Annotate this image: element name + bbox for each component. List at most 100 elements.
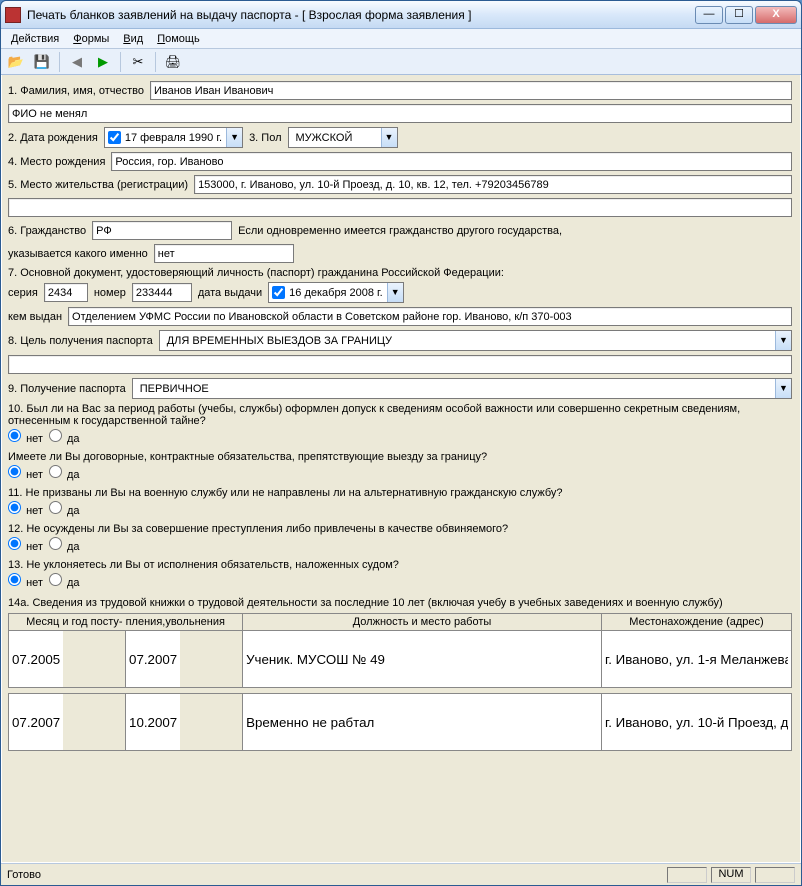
- window-title: Печать бланков заявлений на выдачу паспо…: [27, 8, 695, 22]
- next-icon[interactable]: ▶: [92, 51, 114, 73]
- fio-change-input[interactable]: [8, 104, 792, 123]
- residence-line2-input[interactable]: [8, 198, 792, 217]
- birth-date-value: 17 февраля 1990 г.: [121, 132, 226, 144]
- chevron-down-icon[interactable]: ▼: [775, 379, 791, 398]
- radio-q12: нет да: [8, 537, 792, 553]
- radio-q10-yes[interactable]: [49, 429, 62, 442]
- prev-icon[interactable]: ◀: [66, 51, 88, 73]
- table-row: [9, 694, 792, 751]
- label-series: серия: [8, 287, 38, 299]
- radio-q10-no[interactable]: [8, 429, 21, 442]
- menu-bar: Действия Формы Вид Помощь: [1, 29, 801, 49]
- label-sex: 3. Пол: [249, 132, 281, 144]
- issue-date-select[interactable]: 16 декабря 2008 г. ▼: [268, 282, 404, 303]
- window-controls: — ☐ X: [695, 6, 797, 24]
- number-input[interactable]: [132, 283, 192, 302]
- radio-q10b-no[interactable]: [8, 465, 21, 478]
- menu-view[interactable]: Вид: [117, 31, 149, 47]
- chevron-down-icon[interactable]: ▼: [381, 128, 397, 147]
- app-icon: [5, 7, 21, 23]
- minimize-button[interactable]: —: [695, 6, 723, 24]
- th-job: Должность и место работы: [243, 614, 602, 631]
- addr-input[interactable]: [602, 694, 791, 750]
- separator: [155, 52, 156, 72]
- from-date-input[interactable]: [9, 694, 63, 750]
- sex-select[interactable]: МУЖСКОЙ ▼: [288, 127, 398, 148]
- issue-date-value: 16 декабря 2008 г.: [285, 287, 387, 299]
- label-citizenship-extra: Если одновременно имеется гражданство др…: [238, 225, 562, 237]
- label-birth-date: 2. Дата рождения: [8, 132, 98, 144]
- question-10b: Имеете ли Вы договорные, контрактные обя…: [8, 451, 792, 463]
- status-panel: [667, 867, 707, 883]
- sex-value: МУЖСКОЙ: [292, 132, 381, 144]
- radio-q13: нет да: [8, 573, 792, 589]
- title-bar[interactable]: Печать бланков заявлений на выдачу паспо…: [1, 1, 801, 29]
- toolbar: 📂 💾 ◀ ▶ ✂ 🖨: [1, 49, 801, 75]
- separator: [120, 52, 121, 72]
- radio-q10: нет да: [8, 429, 792, 445]
- birth-date-checkbox[interactable]: [108, 131, 121, 144]
- label-receipt: 9. Получение паспорта: [8, 383, 126, 395]
- purpose-extra-input[interactable]: [8, 355, 792, 374]
- radio-q11-yes[interactable]: [49, 501, 62, 514]
- menu-help[interactable]: Помощь: [151, 31, 206, 47]
- status-bar: Готово NUM: [1, 863, 801, 885]
- receipt-select[interactable]: ПЕРВИЧНОЕ ▼: [132, 378, 792, 399]
- question-10: 10. Был ли на Вас за период работы (учеб…: [8, 403, 792, 427]
- question-11: 11. Не призваны ли Вы на военную службу …: [8, 487, 792, 499]
- radio-q11: нет да: [8, 501, 792, 517]
- radio-q10b: нет да: [8, 465, 792, 481]
- job-input[interactable]: [243, 694, 601, 750]
- chevron-down-icon[interactable]: ▼: [387, 283, 403, 302]
- issue-date-checkbox[interactable]: [272, 286, 285, 299]
- radio-q13-yes[interactable]: [49, 573, 62, 586]
- menu-actions[interactable]: Действия: [5, 31, 65, 47]
- receipt-value: ПЕРВИЧНОЕ: [136, 383, 775, 395]
- addr-input[interactable]: [602, 631, 791, 687]
- label-issued-by: кем выдан: [8, 311, 62, 323]
- citizenship-input[interactable]: [92, 221, 232, 240]
- job-input[interactable]: [243, 631, 601, 687]
- radio-q11-no[interactable]: [8, 501, 21, 514]
- print-icon[interactable]: 🖨: [162, 51, 184, 73]
- question-13: 13. Не уклоняетесь ли Вы от исполнения о…: [8, 559, 792, 571]
- other-citizenship-input[interactable]: [154, 244, 294, 263]
- to-date-input[interactable]: [126, 631, 180, 687]
- close-button[interactable]: X: [755, 6, 797, 24]
- issued-by-input[interactable]: [68, 307, 792, 326]
- form-content: 1. Фамилия, имя, отчество 2. Дата рожден…: [1, 75, 801, 863]
- purpose-select[interactable]: ДЛЯ ВРЕМЕННЫХ ВЫЕЗДОВ ЗА ГРАНИЦУ ▼: [159, 330, 792, 351]
- radio-q12-yes[interactable]: [49, 537, 62, 550]
- application-window: Печать бланков заявлений на выдачу паспо…: [0, 0, 802, 886]
- radio-q10b-yes[interactable]: [49, 465, 62, 478]
- cut-icon[interactable]: ✂: [127, 51, 149, 73]
- radio-q13-no[interactable]: [8, 573, 21, 586]
- label-residence: 5. Место жительства (регистрации): [8, 179, 188, 191]
- residence-input[interactable]: [194, 175, 792, 194]
- label-citizenship: 6. Гражданство: [8, 225, 86, 237]
- chevron-down-icon[interactable]: ▼: [775, 331, 791, 350]
- question-14: 14а. Сведения из трудовой книжки о трудо…: [8, 597, 792, 609]
- save-icon[interactable]: 💾: [31, 51, 53, 73]
- question-12: 12. Не осуждены ли Вы за совершение прес…: [8, 523, 792, 535]
- table-row: [9, 631, 792, 688]
- menu-forms[interactable]: Формы: [67, 31, 115, 47]
- label-issue-date: дата выдачи: [198, 287, 262, 299]
- status-num: NUM: [711, 867, 751, 883]
- label-number: номер: [94, 287, 126, 299]
- label-fio: 1. Фамилия, имя, отчество: [8, 85, 144, 97]
- maximize-button[interactable]: ☐: [725, 6, 753, 24]
- series-input[interactable]: [44, 283, 88, 302]
- status-ready: Готово: [7, 869, 663, 881]
- label-specify: указывается какого именно: [8, 248, 148, 260]
- fio-input[interactable]: [150, 81, 792, 100]
- radio-q12-no[interactable]: [8, 537, 21, 550]
- birth-place-input[interactable]: [111, 152, 792, 171]
- open-icon[interactable]: 📂: [5, 51, 27, 73]
- chevron-down-icon[interactable]: ▼: [226, 128, 242, 147]
- from-date-input[interactable]: [9, 631, 63, 687]
- purpose-value: ДЛЯ ВРЕМЕННЫХ ВЫЕЗДОВ ЗА ГРАНИЦУ: [163, 335, 775, 347]
- separator: [59, 52, 60, 72]
- to-date-input[interactable]: [126, 694, 180, 750]
- birth-date-select[interactable]: 17 февраля 1990 г. ▼: [104, 127, 243, 148]
